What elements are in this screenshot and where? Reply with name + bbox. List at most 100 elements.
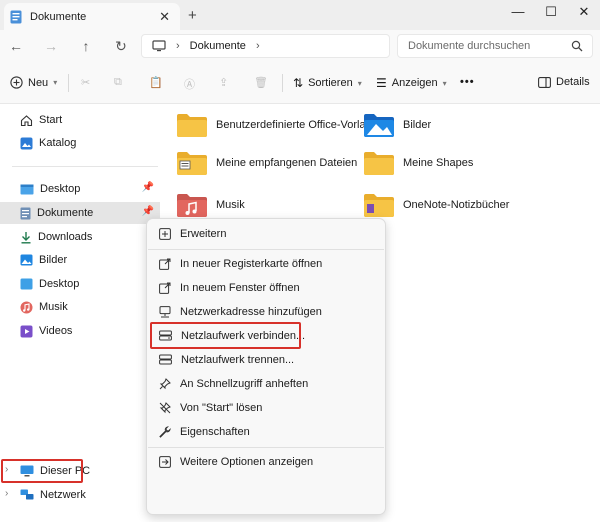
folder-item-meine-shapes[interactable]: Meine Shapes [363,150,473,176]
folder-item-office-templates[interactable]: Benutzerdefinierte Office-Vorlagen [176,112,384,138]
folder-label: Musik [216,199,245,211]
menu-separator [148,447,384,448]
sidebar-item-musik[interactable]: Musik [0,296,160,318]
search-icon [571,40,583,52]
back-button[interactable]: ← [7,38,25,54]
breadcrumb-chevron-icon: › [176,40,180,52]
folder-label: Benutzerdefinierte Office-Vorlagen [216,119,384,131]
pin-icon [159,378,171,390]
minimize-icon[interactable]: — [508,4,528,19]
menu-item-label: In neuer Registerkarte öffnen [180,258,323,270]
chevron-down-icon: ▾ [442,78,447,88]
up-button[interactable]: ↑ [77,38,95,54]
chevron-right-icon[interactable]: › [5,488,8,499]
new-tab-icon [159,258,171,270]
search-input[interactable]: Dokumente durchsuchen [397,34,593,58]
paste-icon[interactable]: 📋 [149,76,163,89]
close-icon[interactable]: ✕ [574,4,594,20]
folder-item-bilder[interactable]: Bilder [363,112,431,138]
folder-icon [176,112,208,138]
details-button-label: Details [556,76,590,88]
new-button[interactable]: Neu ▾ [10,76,57,89]
menu-item-label: Netzwerkadresse hinzufügen [180,306,322,318]
menu-item-unpin-start[interactable]: Von "Start" lösen [147,396,385,420]
videos-icon [20,325,33,338]
cut-icon[interactable]: ✂ [81,76,90,89]
copy-icon[interactable]: ⧉ [114,76,122,89]
sidebar-item-desktop-pinned[interactable]: Desktop 📌 [0,178,160,200]
window-tab[interactable]: Dokumente ✕ [4,3,180,30]
share-icon[interactable]: ⇪ [219,76,228,89]
breadcrumb-chevron-icon[interactable]: › [256,40,260,52]
sidebar-item-desktop[interactable]: Desktop [0,273,160,295]
folder-item-onenote[interactable]: OneNote-Notizbücher [363,192,509,218]
menu-item-open-new-window[interactable]: In neuem Fenster öffnen [147,276,385,300]
more-button[interactable]: ••• [460,76,475,88]
sidebar-item-label: Dokumente [37,207,94,219]
new-button-label: Neu [28,76,49,89]
sidebar-item-videos[interactable]: Videos [0,320,160,342]
folder-icon [363,150,395,176]
address-bar[interactable]: › Dokumente › [141,34,390,58]
menu-item-pin-quick-access[interactable]: An Schnellzugriff anheften [147,372,385,396]
sidebar-item-label: Desktop [40,183,81,195]
documents-icon [10,10,22,24]
menu-item-label: In neuem Fenster öffnen [180,282,300,294]
menu-item-open-new-tab[interactable]: In neuer Registerkarte öffnen [147,252,385,276]
menu-item-properties[interactable]: Eigenschaften [147,420,385,444]
menu-item-label: Erweitern [180,228,227,240]
pin-icon[interactable]: 📌 [142,182,154,193]
menu-item-add-network-location[interactable]: Netzwerkadresse hinzufügen [147,300,385,324]
view-button-label: Anzeigen [391,77,438,89]
menu-item-erweitern[interactable]: Erweitern [147,222,385,246]
navigation-pane: Start Katalog Desktop 📌 Dokumente 📌 Down… [0,104,160,522]
chevron-down-icon: ▾ [357,78,362,88]
pin-icon[interactable]: 📌 [142,206,154,217]
sidebar-item-label: Start [39,114,63,126]
details-button[interactable]: Details [538,76,590,88]
desktop-icon [20,278,33,290]
sidebar-item-dokumente[interactable]: Dokumente 📌 [0,202,160,224]
gallery-icon [20,137,33,150]
details-pane-icon [538,76,551,88]
new-tab-button[interactable]: + [188,7,197,24]
sidebar-item-label: Downloads [38,231,93,243]
folder-label: OneNote-Notizbücher [403,199,510,211]
sidebar-item-netzwerk[interactable]: › Netzwerk [0,484,160,506]
sort-button[interactable]: ⇅ Sortieren ▾ [293,76,362,90]
home-icon [20,114,33,127]
folder-icon [176,150,208,176]
view-icon: ☰ [376,76,387,90]
delete-icon[interactable]: 🗑 [254,76,268,89]
disconnect-drive-icon [159,354,172,366]
refresh-button[interactable]: ↻ [112,38,130,55]
address-row: ← → ↑ ↻ › Dokumente › Dokumente durchsuc… [0,30,600,62]
folder-item-musik[interactable]: Musik [176,192,245,218]
sidebar-item-label: Katalog [39,137,77,149]
sidebar-item-label: Bilder [39,254,68,266]
tab-title: Dokumente [30,10,87,23]
maximize-icon[interactable]: ☐ [541,4,561,20]
rename-icon[interactable]: Ⓐ [184,76,195,92]
folder-item-received-files[interactable]: Meine empfangenen Dateien [176,150,357,176]
menu-item-more-options[interactable]: Weitere Optionen anzeigen [147,450,385,474]
download-icon [20,231,32,244]
documents-icon [20,207,31,220]
breadcrumb-documents[interactable]: Dokumente [190,40,246,52]
menu-item-label: Netzlaufwerk trennen... [181,354,295,366]
view-button[interactable]: ☰ Anzeigen ▾ [376,76,447,90]
plus-circle-icon [10,76,23,89]
search-placeholder: Dokumente durchsuchen [408,40,531,52]
menu-item-disconnect-network-drive[interactable]: Netzlaufwerk trennen... [147,348,385,372]
sidebar-divider [12,166,158,167]
command-bar: Neu ▾ ✂ ⧉ 📋 Ⓐ ⇪ 🗑 ⇅ Sortieren ▾ ☰ Anzeig… [0,62,600,104]
sidebar-item-label: Netzwerk [40,489,86,501]
sidebar-item-start[interactable]: Start [0,109,160,131]
forward-button[interactable]: → [42,38,60,54]
sidebar-item-downloads[interactable]: Downloads [0,226,160,248]
tab-close-icon[interactable]: ✕ [159,9,170,25]
sidebar-item-katalog[interactable]: Katalog [0,132,160,154]
sidebar-item-bilder[interactable]: Bilder [0,249,160,271]
expand-icon [159,228,171,240]
properties-icon [159,426,171,438]
